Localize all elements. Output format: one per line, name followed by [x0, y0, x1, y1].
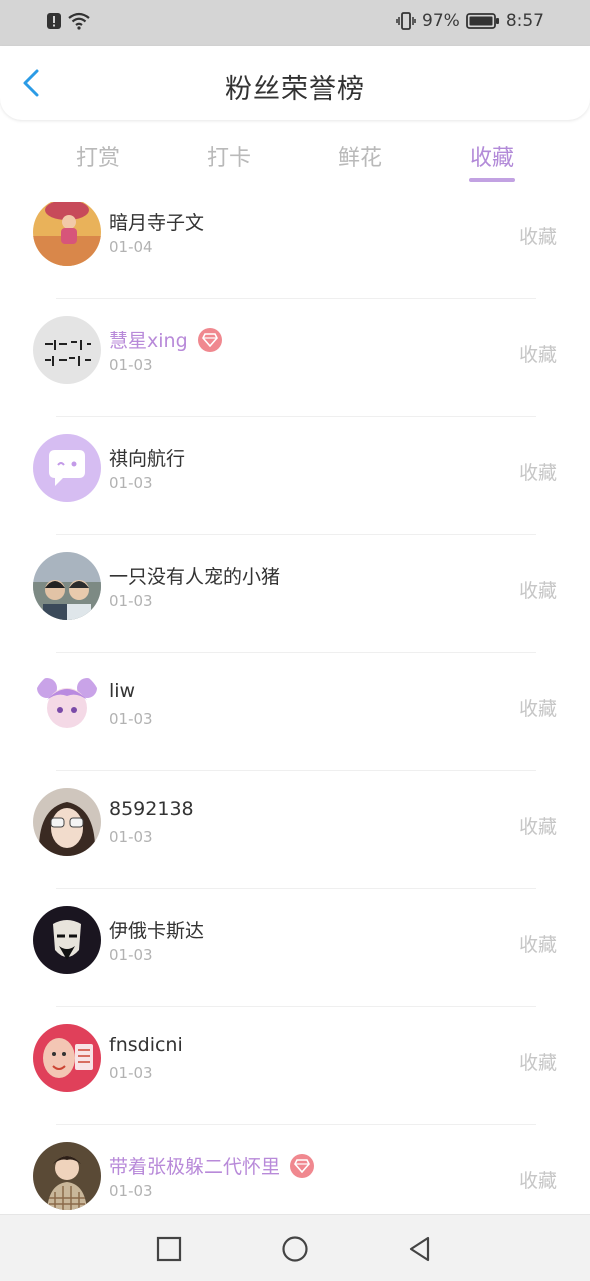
list-item[interactable]: 8592138 01-03 收藏 [0, 770, 590, 889]
tab-flowers[interactable]: 鲜花 [312, 140, 408, 172]
avatar [33, 434, 101, 502]
fan-date: 01-03 [109, 474, 153, 492]
system-nav-bar [0, 1214, 590, 1281]
fan-name: 8592138 [109, 798, 194, 820]
fan-name: 带着张极躲二代怀里 [109, 1152, 315, 1179]
tab-tips[interactable]: 打赏 [50, 140, 146, 172]
favorite-label[interactable]: 收藏 [519, 1166, 557, 1193]
fan-name: 祺向航行 [109, 448, 186, 470]
list-item[interactable]: liw 01-03 收藏 [0, 652, 590, 771]
header: 粉丝荣誉榜 [0, 46, 590, 120]
status-right: 97% 8:57 [396, 11, 544, 31]
diamond-badge-icon [290, 1153, 315, 1178]
back-icon[interactable] [406, 1235, 434, 1263]
list-item[interactable]: fnsdicni 01-03 收藏 [0, 1006, 590, 1125]
fan-date: 01-04 [109, 238, 153, 256]
avatar [33, 202, 101, 266]
clock: 8:57 [505, 11, 544, 31]
fan-date: 01-03 [109, 710, 153, 728]
vibrate-icon [396, 12, 416, 30]
tab-favorites[interactable]: 收藏 [444, 140, 540, 172]
list-item[interactable]: 祺向航行 01-03 收藏 [0, 416, 590, 535]
fan-name: 伊俄卡斯达 [109, 920, 205, 942]
favorite-label[interactable]: 收藏 [519, 1048, 557, 1075]
favorite-label[interactable]: 收藏 [519, 694, 557, 721]
fan-name: 一只没有人宠的小猪 [109, 566, 281, 588]
fan-name: liw [109, 680, 136, 702]
wifi-icon [68, 12, 90, 30]
battery-icon [465, 13, 499, 29]
avatar [33, 1142, 101, 1210]
list-item[interactable]: 带着张极躲二代怀里 01-03 收藏 [0, 1124, 590, 1214]
fan-date: 01-03 [109, 828, 153, 846]
fan-date: 01-03 [109, 1182, 153, 1200]
avatar [33, 316, 101, 384]
home-icon[interactable] [281, 1235, 309, 1263]
list-item[interactable]: 一只没有人宠的小猪 01-03 收藏 [0, 534, 590, 653]
fan-date: 01-03 [109, 592, 153, 610]
avatar [33, 670, 101, 738]
favorite-label[interactable]: 收藏 [519, 930, 557, 957]
status-left [46, 12, 90, 30]
fan-name: 慧星xing [109, 326, 222, 353]
battery-percent: 97% [422, 11, 460, 31]
recent-apps-icon[interactable] [155, 1235, 183, 1263]
list-item[interactable]: 慧星xing 01-03 收藏 [0, 298, 590, 417]
page-title: 粉丝荣誉榜 [225, 74, 365, 105]
status-bar: 97% 8:57 [0, 0, 590, 46]
diamond-badge-icon [197, 327, 222, 352]
fan-name: fnsdicni [109, 1034, 183, 1056]
favorite-label[interactable]: 收藏 [519, 576, 557, 603]
avatar [33, 906, 101, 974]
tab-bar: 打赏 打卡 鲜花 收藏 [0, 128, 590, 186]
favorite-label[interactable]: 收藏 [519, 458, 557, 485]
tab-active-indicator [469, 178, 515, 182]
fan-list: 暗月寺子文 01-04 收藏 慧星xing 01-03 收藏 祺向航行 01-0… [0, 202, 590, 1214]
fan-name: 暗月寺子文 [109, 212, 205, 234]
favorite-label[interactable]: 收藏 [519, 340, 557, 367]
avatar [33, 552, 101, 620]
tab-checkin[interactable]: 打卡 [181, 140, 277, 172]
alert-icon [47, 13, 61, 29]
fan-date: 01-03 [109, 946, 153, 964]
list-item[interactable]: 伊俄卡斯达 01-03 收藏 [0, 888, 590, 1007]
fan-date: 01-03 [109, 356, 153, 374]
favorite-label[interactable]: 收藏 [519, 222, 557, 249]
avatar [33, 788, 101, 856]
avatar [33, 1024, 101, 1092]
fan-date: 01-03 [109, 1064, 153, 1082]
favorite-label[interactable]: 收藏 [519, 812, 557, 839]
